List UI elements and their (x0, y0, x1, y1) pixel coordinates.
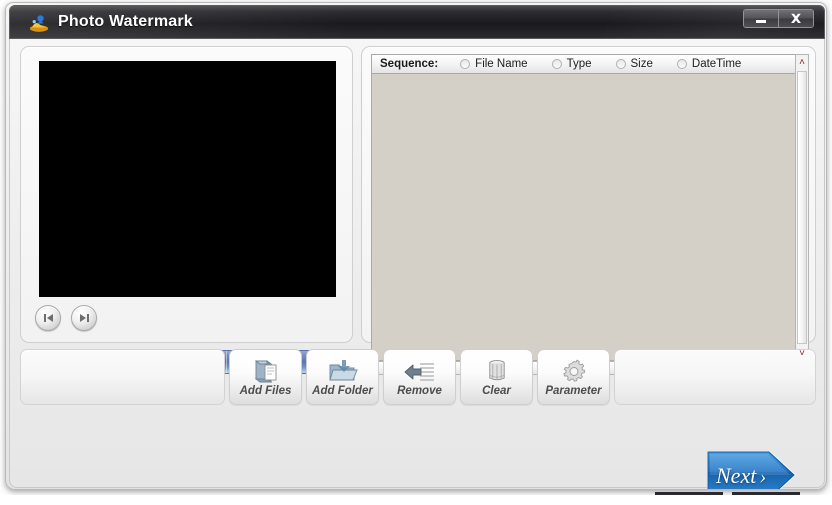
sort-option-datetime[interactable]: DateTime (677, 58, 741, 70)
radio-icon (552, 59, 562, 69)
remove-button[interactable]: Remove (383, 349, 456, 405)
toolbar-filler-right (614, 349, 816, 405)
sort-option-label: Type (567, 58, 592, 70)
trash-icon (486, 357, 508, 384)
desktop-background: Photo Watermark (0, 0, 832, 505)
add-files-label: Add Files (240, 385, 292, 397)
next-image-button[interactable] (71, 305, 97, 331)
clear-label: Clear (482, 385, 511, 397)
window-title: Photo Watermark (58, 13, 193, 31)
title-bar: Photo Watermark (9, 5, 825, 39)
sort-option-label: DateTime (692, 58, 741, 70)
parameter-label: Parameter (545, 385, 601, 397)
add-folder-label: Add Folder (312, 385, 373, 397)
radio-icon (460, 59, 470, 69)
scroll-up-icon[interactable]: ˄ (796, 55, 808, 69)
sequence-header: Sequence: File Name Type Size (371, 54, 802, 74)
action-toolbar: Add Files Add Folder (20, 349, 816, 405)
sort-option-type[interactable]: Type (552, 58, 592, 70)
sort-option-size[interactable]: Size (616, 58, 653, 70)
close-button[interactable] (779, 10, 813, 27)
radio-icon (616, 59, 626, 69)
add-folder-icon (328, 357, 358, 384)
toolbar-filler-left (20, 349, 225, 405)
sort-option-label: Size (631, 58, 653, 70)
remove-icon (404, 357, 436, 384)
window-controls (743, 9, 814, 28)
vertical-scrollbar-thumb[interactable] (797, 71, 807, 344)
add-files-button[interactable]: Add Files (229, 349, 302, 405)
gear-icon (561, 357, 587, 384)
file-list-panel: Sequence: File Name Type Size (361, 46, 816, 343)
clear-button[interactable]: Clear (460, 349, 533, 405)
add-folder-button[interactable]: Add Folder (306, 349, 379, 405)
sequence-label: Sequence: (380, 58, 438, 70)
add-files-icon (252, 357, 280, 384)
photo-watermark-icon (28, 13, 50, 33)
scroll-down-icon[interactable]: ˅ (796, 346, 808, 360)
vertical-scrollbar[interactable]: ˄ ˅ (795, 54, 809, 361)
preview-navigation (35, 305, 97, 331)
parameter-button[interactable]: Parameter (537, 349, 610, 405)
file-list-body[interactable] (371, 74, 802, 361)
minimize-button[interactable] (744, 10, 779, 27)
previous-image-button[interactable] (35, 305, 61, 331)
image-preview-area[interactable] (39, 61, 336, 297)
next-button[interactable]: Next› (704, 448, 800, 490)
preview-panel (20, 46, 353, 343)
application-window: Photo Watermark (5, 2, 827, 490)
remove-label: Remove (397, 385, 442, 397)
sort-option-label: File Name (475, 58, 527, 70)
bottom-strip (0, 495, 832, 505)
radio-icon (677, 59, 687, 69)
window-client-area: Sequence: File Name Type Size (9, 39, 825, 488)
sort-option-file-name[interactable]: File Name (460, 58, 527, 70)
